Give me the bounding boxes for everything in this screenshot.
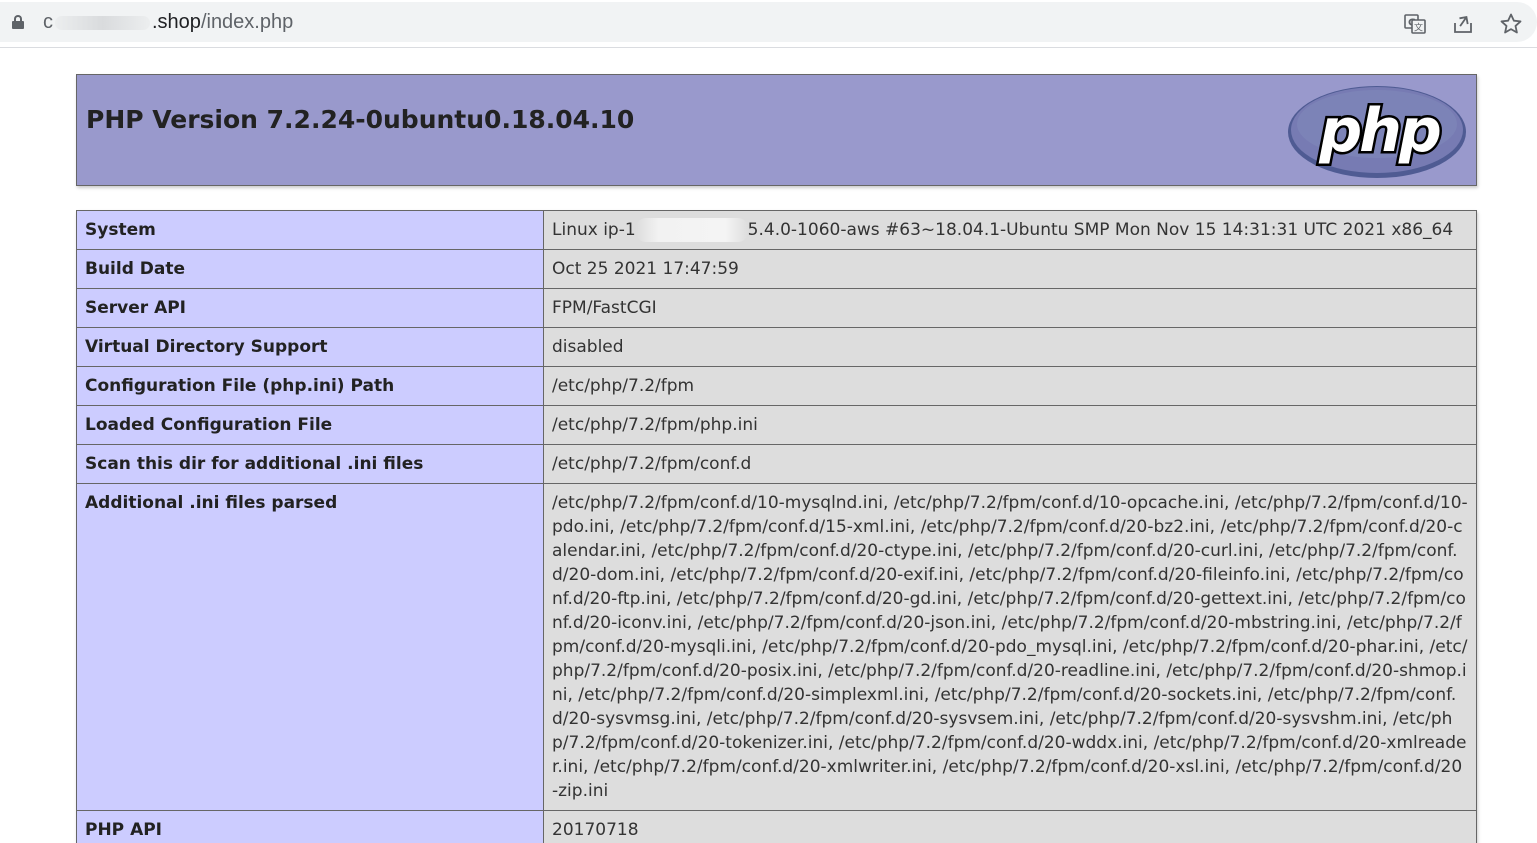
url-path: /index.php <box>200 11 294 33</box>
browser-toolbar: c .shop/index.php G文 <box>0 0 1537 48</box>
table-row: Scan this dir for additional .ini files /… <box>76 444 1477 484</box>
table-row: System Linux ip-1 5.4.0-1060-aws #63~18.04… <box>76 210 1477 250</box>
translate-icon[interactable]: G文 <box>1403 12 1427 36</box>
share-icon[interactable] <box>1451 12 1475 36</box>
config-value: FPM/FastCGI <box>543 288 1477 328</box>
config-key: Scan this dir for additional .ini files <box>76 444 544 484</box>
config-key: System <box>76 210 544 250</box>
config-value: 20170718 <box>543 810 1477 843</box>
url-redacted-domain <box>55 15 150 30</box>
table-row: Additional .ini files parsed/etc/php/7.2… <box>76 483 1477 811</box>
php-config-table: System Linux ip-1 5.4.0-1060-aws #63~18.04… <box>76 210 1477 843</box>
php-logo[interactable]: php <box>1286 84 1468 180</box>
config-key: Configuration File (php.ini) Path <box>76 366 544 406</box>
address-bar[interactable]: c .shop/index.php G文 <box>0 2 1537 42</box>
config-key: Build Date <box>76 249 544 289</box>
config-key: Virtual Directory Support <box>76 327 544 367</box>
config-value-suffix: 5.4.0-1060-aws #63~18.04.1-Ubuntu SMP Mo… <box>747 220 1454 240</box>
config-value: /etc/php/7.2/fpm/conf.d <box>543 444 1477 484</box>
config-key: PHP API <box>76 810 544 843</box>
table-row: PHP API 20170718 <box>76 810 1477 843</box>
config-key: Loaded Configuration File <box>76 405 544 445</box>
table-row: Virtual Directory Support disabled <box>76 327 1477 367</box>
bookmark-star-icon[interactable] <box>1499 12 1523 36</box>
config-key: Server API <box>76 288 544 328</box>
table-row: Server API FPM/FastCGI <box>76 288 1477 328</box>
phpinfo-container: PHP Version 7.2.24-0ubuntu0.18.04.10 php… <box>76 74 1477 843</box>
php-logo-text: php <box>1318 96 1440 166</box>
page-title: PHP Version 7.2.24-0ubuntu0.18.04.10 <box>86 105 635 134</box>
config-value: /etc/php/7.2/fpm/conf.d/10-mysqlnd.ini, … <box>543 483 1477 811</box>
config-value-prefix: Linux ip-1 <box>552 220 636 240</box>
table-row: Build Date Oct 25 2021 17:47:59 <box>76 249 1477 289</box>
svg-text:文: 文 <box>1414 22 1423 34</box>
table-row: Configuration File (php.ini) Path/etc/ph… <box>76 366 1477 406</box>
config-value: disabled <box>543 327 1477 367</box>
redacted-hostname <box>635 218 748 242</box>
config-key: Additional .ini files parsed <box>76 483 544 811</box>
config-value: /etc/php/7.2/fpm <box>543 366 1477 406</box>
config-value: Oct 25 2021 17:47:59 <box>543 249 1477 289</box>
lock-icon[interactable] <box>12 15 24 29</box>
url-prefix: c <box>43 11 53 33</box>
config-value: /etc/php/7.2/fpm/php.ini <box>543 405 1477 445</box>
table-row: Loaded Configuration File/etc/php/7.2/fp… <box>76 405 1477 445</box>
url-domain-suffix: .shop <box>152 11 201 33</box>
config-value: Linux ip-1 5.4.0-1060-aws #63~18.04.1-Ubu… <box>543 210 1477 250</box>
php-version-header: PHP Version 7.2.24-0ubuntu0.18.04.10 php <box>76 74 1477 186</box>
url-text[interactable]: c .shop/index.php <box>43 11 293 34</box>
